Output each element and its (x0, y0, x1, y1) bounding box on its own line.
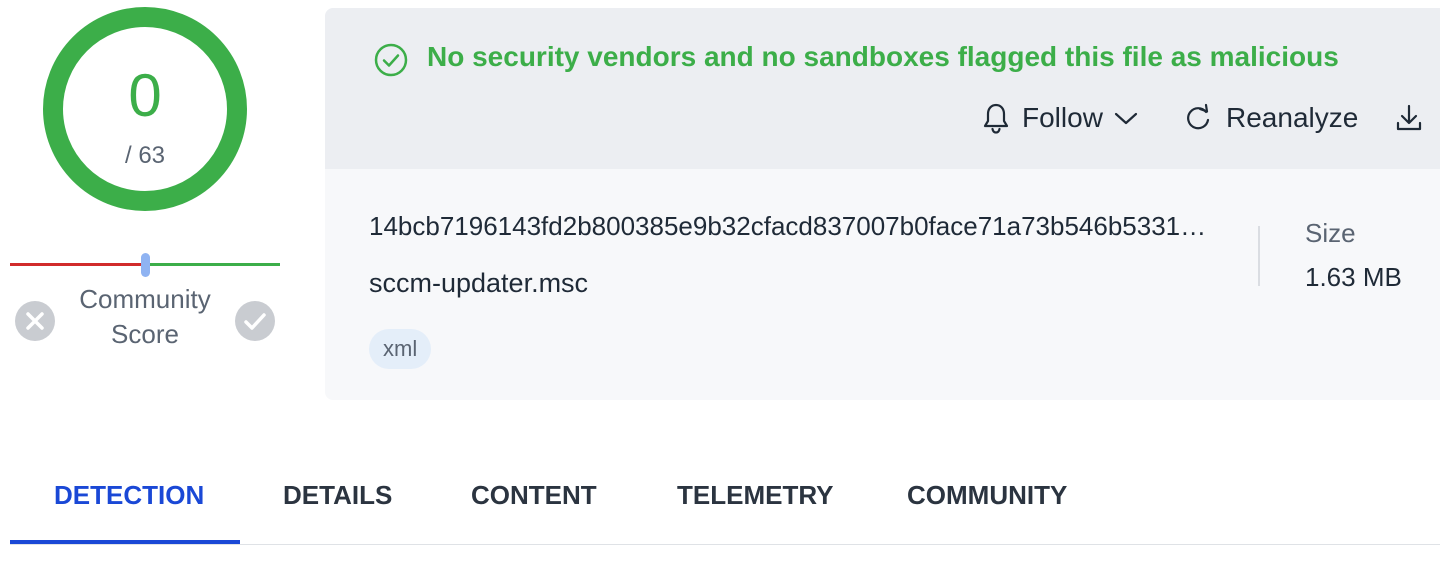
report-tabs: DETECTION DETAILS CONTENT TELEMETRY COMM… (0, 470, 1440, 546)
follow-button[interactable]: Follow (982, 98, 1139, 138)
download-icon (1396, 104, 1422, 131)
file-type-tag[interactable]: xml (369, 329, 432, 369)
check-circle-icon (374, 43, 408, 77)
file-size-value: 1.63 MB (1305, 262, 1402, 292)
vote-harmless-button[interactable] (235, 301, 275, 341)
file-hash[interactable]: 14bcb7196143fd2b800385e9b32cfacd837007b0… (369, 211, 1206, 242)
tab-telemetry[interactable]: TELEMETRY (677, 480, 833, 511)
verdict-message: No security vendors and no sandboxes fla… (427, 41, 1339, 72)
checkmark-icon (244, 313, 266, 330)
chevron-down-icon (1114, 112, 1138, 125)
detection-score-ring: 0 / 63 (42, 6, 248, 212)
tab-detection[interactable]: DETECTION (54, 480, 204, 511)
community-score-marker (140, 253, 150, 277)
detection-count: 0 (128, 62, 162, 129)
download-button[interactable] (1395, 98, 1425, 138)
reanalyze-button[interactable]: Reanalyze (1184, 98, 1358, 138)
close-icon (26, 312, 44, 330)
refresh-icon (1187, 103, 1210, 130)
file-size-label: Size (1305, 218, 1356, 248)
community-score-bar-positive (145, 263, 280, 266)
reanalyze-label: Reanalyze (1226, 102, 1359, 133)
vote-harmful-button[interactable] (15, 301, 55, 341)
tab-details[interactable]: DETAILS (283, 480, 392, 511)
divider (1258, 226, 1260, 286)
tabs-divider (10, 544, 1440, 545)
report-card-header (325, 8, 1440, 169)
follow-label: Follow (1022, 102, 1103, 133)
tab-content[interactable]: CONTENT (471, 480, 597, 511)
bell-icon (983, 103, 1009, 134)
tab-community[interactable]: COMMUNITY (907, 480, 1067, 511)
file-name: sccm-updater.msc (369, 268, 589, 298)
community-score-bar-negative (10, 263, 145, 266)
detection-total: / 63 (124, 142, 166, 169)
community-score-label: Community Score (79, 284, 211, 349)
